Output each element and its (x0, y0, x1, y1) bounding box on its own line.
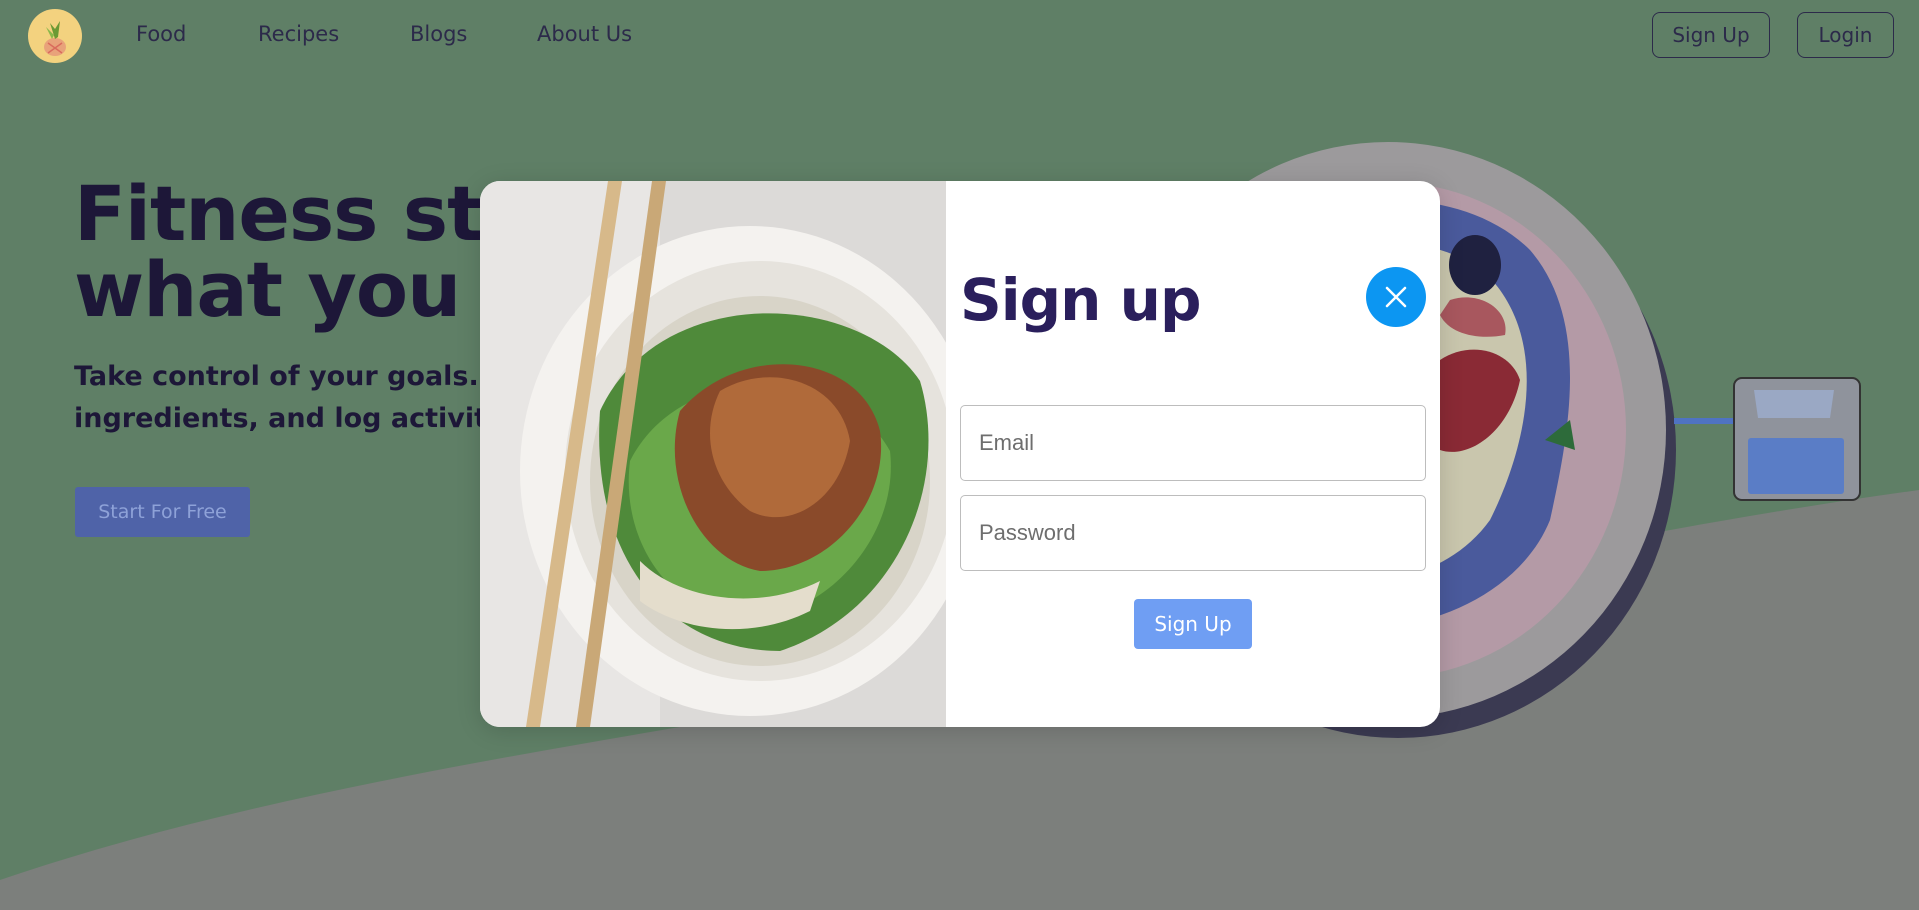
password-field[interactable] (960, 495, 1426, 571)
signup-modal: Sign up Sign Up (480, 181, 1440, 727)
close-button[interactable] (1366, 267, 1426, 327)
noodle-bowl-image (480, 181, 946, 727)
landing-page: Food Recipes Blogs About Us Sign Up Logi… (0, 0, 1919, 910)
email-field[interactable] (960, 405, 1426, 481)
signup-submit-button[interactable]: Sign Up (1134, 599, 1252, 649)
signup-title: Sign up (960, 266, 1201, 334)
close-icon (1385, 286, 1407, 308)
